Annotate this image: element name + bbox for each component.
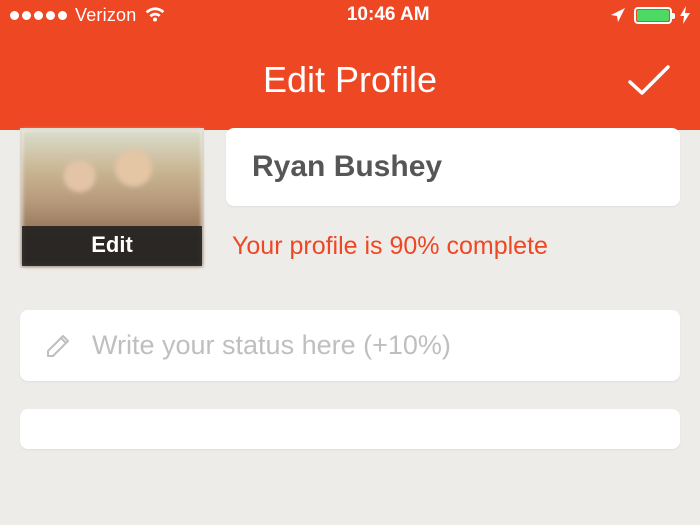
- status-right: [610, 6, 690, 24]
- avatar-container[interactable]: Edit: [20, 128, 204, 268]
- profile-completion-label: Your profile is 90% complete: [232, 232, 680, 261]
- status-bar: Verizon 10:46 AM: [0, 0, 700, 30]
- profile-right-column: Ryan Bushey Your profile is 90% complete: [226, 130, 680, 261]
- confirm-button[interactable]: [626, 62, 672, 98]
- avatar-edit-button[interactable]: Edit: [22, 226, 202, 266]
- charging-icon: [680, 6, 690, 24]
- wifi-icon: [144, 7, 166, 23]
- name-card[interactable]: Ryan Bushey: [226, 128, 680, 206]
- additional-card[interactable]: [20, 409, 680, 449]
- carrier-label: Verizon: [75, 5, 136, 26]
- app-header: Verizon 10:46 AM Edit Profile: [0, 0, 700, 130]
- profile-top-row: Edit Ryan Bushey Your profile is 90% com…: [20, 130, 680, 268]
- location-icon: [610, 7, 626, 23]
- status-input[interactable]: [92, 330, 656, 361]
- checkmark-icon: [626, 62, 672, 98]
- pencil-icon: [44, 332, 72, 360]
- signal-strength-icon: [10, 11, 67, 20]
- page-title: Edit Profile: [263, 59, 437, 101]
- clock-label: 10:46 AM: [347, 4, 430, 26]
- battery-icon: [634, 7, 672, 24]
- nav-bar: Edit Profile: [0, 30, 700, 130]
- profile-name: Ryan Bushey: [252, 150, 654, 184]
- content-area: Edit Ryan Bushey Your profile is 90% com…: [0, 130, 700, 449]
- status-card[interactable]: [20, 310, 680, 381]
- status-left: Verizon: [10, 5, 166, 26]
